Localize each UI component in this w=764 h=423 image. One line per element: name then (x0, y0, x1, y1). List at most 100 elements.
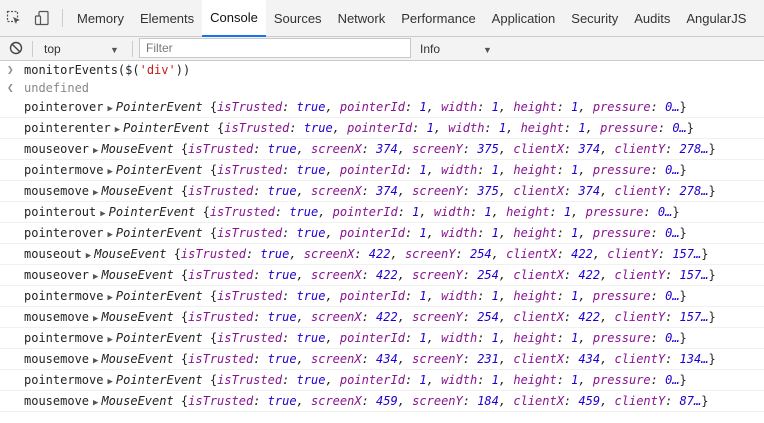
property-colon: : (556, 247, 572, 261)
log-level-selector[interactable]: Info ▼ (420, 37, 500, 60)
property-colon: : (282, 373, 297, 387)
tab-network[interactable]: Network (330, 0, 394, 36)
tab-bar-divider (62, 9, 63, 27)
clear-console-icon[interactable] (9, 41, 23, 55)
object-open-brace: { (166, 247, 181, 261)
property-colon: : (556, 289, 572, 303)
property-colon: : (245, 247, 261, 261)
property-key: pressure (592, 289, 651, 303)
property-key: isTrusted (224, 121, 290, 135)
expand-triangle-icon[interactable]: ▶ (93, 272, 98, 282)
property-colon: : (282, 100, 297, 114)
console-event-row: mousemove ▶ MouseEvent {isTrusted: true, s… (0, 181, 764, 202)
event-type: PointerEvent (115, 373, 203, 387)
property-colon: : (556, 373, 572, 387)
property-colon: : (469, 205, 485, 219)
property-key: pointerId (339, 163, 405, 177)
property-key: isTrusted (217, 289, 283, 303)
property-value: 1 (419, 100, 427, 114)
property-key: pointerId (339, 226, 405, 240)
property-colon: : (361, 268, 377, 282)
property-colon: : (462, 310, 478, 324)
property-key: pressure (592, 163, 651, 177)
tab-audits[interactable]: Audits (626, 0, 678, 36)
event-name: mouseover (24, 142, 90, 156)
property-colon: : (643, 205, 658, 219)
expand-triangle-icon[interactable]: ▶ (93, 398, 98, 408)
tab-performance[interactable]: Performance (393, 0, 483, 36)
result-prompt-icon: ❮ (7, 81, 14, 94)
expand-triangle-icon[interactable]: ▶ (107, 104, 112, 114)
tab-list: Memory Elements Console Sources Network Perfo… (69, 0, 754, 37)
property-key: height (520, 121, 564, 135)
event-name: pointermove (24, 373, 104, 387)
device-toolbar-icon[interactable] (28, 0, 56, 36)
event-type: PointerEvent (115, 100, 203, 114)
property-value: 422 (571, 247, 593, 261)
object-close-brace: } (701, 247, 709, 261)
property-key: screenY (412, 310, 463, 324)
object-open-brace: { (173, 394, 189, 408)
property-colon: : (477, 226, 492, 240)
property-value: 1 (419, 289, 427, 303)
command-argument: 'div' (139, 63, 176, 77)
property-key: height (506, 205, 550, 219)
property-separator: , (491, 205, 507, 219)
object-open-brace: { (173, 184, 189, 198)
event-name: mousemove (24, 184, 90, 198)
property-key: screenX (311, 394, 362, 408)
property-colon: : (412, 121, 427, 135)
property-key: screenY (412, 268, 463, 282)
tab-sources[interactable]: Sources (266, 0, 330, 36)
expand-triangle-icon[interactable]: ▶ (107, 230, 112, 240)
tab-elements[interactable]: Elements (132, 0, 202, 36)
event-log: pointerover ▶ PointerEvent {isTrusted: tru… (0, 97, 764, 412)
property-colon: : (556, 163, 572, 177)
expand-triangle-icon[interactable]: ▶ (107, 167, 112, 177)
property-separator: , (600, 310, 615, 324)
expand-triangle-icon[interactable]: ▶ (100, 209, 105, 219)
tab-console[interactable]: Console (202, 0, 266, 37)
property-key: height (513, 163, 557, 177)
property-separator: , (325, 163, 340, 177)
context-selector[interactable]: top ▼ (36, 37, 126, 60)
property-colon: : (650, 331, 666, 345)
property-value: 1 (484, 205, 492, 219)
expand-triangle-icon[interactable]: ▶ (86, 251, 91, 261)
expand-triangle-icon[interactable]: ▶ (107, 335, 112, 345)
expand-triangle-icon[interactable]: ▶ (107, 377, 112, 387)
property-value: 1 (419, 373, 427, 387)
log-level-dropdown-icon: ▼ (483, 45, 492, 55)
filter-input[interactable] (139, 38, 411, 58)
property-value: true (296, 100, 326, 114)
inspect-element-icon[interactable] (0, 0, 28, 36)
tab-security[interactable]: Security (563, 0, 626, 36)
tab-angularjs[interactable]: AngularJS (678, 0, 754, 36)
property-separator: , (578, 373, 593, 387)
property-separator: , (600, 394, 615, 408)
property-value: 0… (665, 226, 680, 240)
property-key: clientY (614, 394, 666, 408)
expand-triangle-icon[interactable]: ▶ (93, 146, 98, 156)
expand-triangle-icon[interactable]: ▶ (107, 293, 112, 303)
tab-application[interactable]: Application (484, 0, 564, 36)
expand-triangle-icon[interactable]: ▶ (93, 314, 98, 324)
expand-triangle-icon[interactable]: ▶ (93, 356, 98, 366)
property-value: true (267, 142, 297, 156)
property-separator: , (397, 184, 413, 198)
object-close-brace: } (708, 142, 716, 156)
property-colon: : (484, 121, 499, 135)
tab-memory[interactable]: Memory (69, 0, 132, 36)
context-dropdown-icon: ▼ (110, 45, 119, 55)
object-close-brace: } (701, 394, 709, 408)
property-value: 0… (665, 373, 680, 387)
property-separator: , (578, 100, 593, 114)
console-event-row: pointerover ▶ PointerEvent {isTrusted: tru… (0, 223, 764, 244)
property-value: 278… (679, 142, 709, 156)
property-value: 0… (665, 289, 680, 303)
property-colon: : (354, 247, 369, 261)
console-event-row: mousemove ▶ MouseEvent {isTrusted: true, s… (0, 391, 764, 412)
expand-triangle-icon[interactable]: ▶ (93, 188, 98, 198)
expand-triangle-icon[interactable]: ▶ (115, 125, 120, 135)
property-colon: : (404, 226, 420, 240)
